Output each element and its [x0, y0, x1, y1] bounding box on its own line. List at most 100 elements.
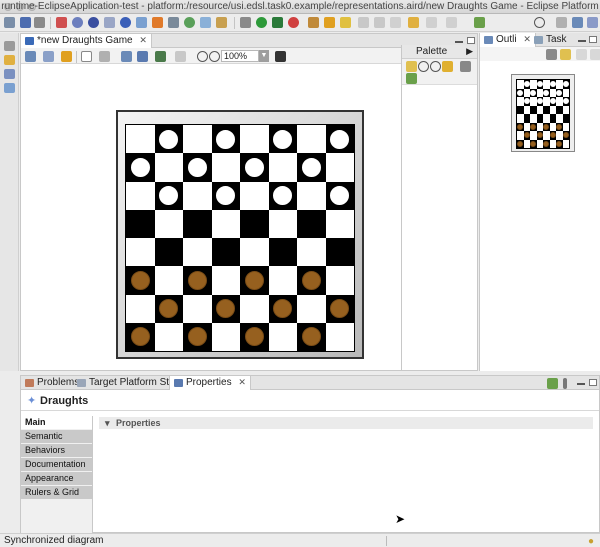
- white-piece[interactable]: [187, 157, 207, 177]
- restore-icon[interactable]: [4, 41, 15, 51]
- board-square[interactable]: [126, 125, 155, 154]
- white-piece[interactable]: [159, 186, 179, 206]
- board-square[interactable]: [211, 125, 240, 154]
- brown-piece[interactable]: [556, 140, 563, 147]
- board-square[interactable]: [154, 322, 183, 351]
- close-icon[interactable]: ✕: [238, 377, 246, 387]
- brown-piece[interactable]: [517, 123, 524, 130]
- board-square[interactable]: [240, 181, 269, 210]
- brown-piece[interactable]: [530, 140, 537, 147]
- maximize-icon[interactable]: [589, 36, 597, 43]
- board-square[interactable]: [240, 266, 269, 295]
- brown-piece[interactable]: [556, 123, 563, 130]
- board-square[interactable]: [183, 294, 212, 323]
- brown-piece[interactable]: [187, 327, 207, 347]
- board-square[interactable]: [325, 181, 354, 210]
- minimize-icon[interactable]: [578, 40, 586, 42]
- maximize-icon[interactable]: [467, 37, 475, 44]
- zoom-combo[interactable]: 100%: [221, 50, 259, 62]
- board-square[interactable]: [126, 294, 155, 323]
- brown-piece[interactable]: [549, 132, 556, 139]
- open-folder-icon[interactable]: [324, 17, 335, 28]
- auto-size-icon[interactable]: [137, 51, 148, 62]
- chevron-down-icon[interactable]: ▾: [105, 418, 110, 428]
- view-menu-icon[interactable]: [590, 49, 600, 60]
- sort-icon[interactable]: [546, 49, 557, 60]
- board-square[interactable]: [211, 294, 240, 323]
- board-square[interactable]: [325, 125, 354, 154]
- board-square[interactable]: [325, 294, 354, 323]
- board-square[interactable]: [183, 125, 212, 154]
- white-piece[interactable]: [523, 98, 530, 105]
- tab-properties[interactable]: Properties ✕: [169, 376, 251, 390]
- board-square[interactable]: [126, 266, 155, 295]
- brown-piece[interactable]: [523, 132, 530, 139]
- refresh-icon[interactable]: [184, 17, 195, 28]
- white-piece[interactable]: [216, 129, 236, 149]
- white-piece[interactable]: [330, 186, 350, 206]
- arrange-icon[interactable]: [136, 17, 147, 28]
- wand-icon[interactable]: [340, 17, 351, 28]
- board-square[interactable]: [297, 238, 326, 267]
- board-square[interactable]: [268, 153, 297, 182]
- board-square[interactable]: [154, 153, 183, 182]
- white-piece[interactable]: [273, 186, 293, 206]
- white-piece[interactable]: [556, 89, 563, 96]
- white-piece[interactable]: [562, 98, 569, 105]
- view-menu-icon[interactable]: [563, 378, 567, 389]
- board-square[interactable]: [154, 209, 183, 238]
- board-square[interactable]: [325, 266, 354, 295]
- minimize-icon[interactable]: [577, 383, 585, 385]
- export-image-icon[interactable]: [275, 51, 286, 62]
- board-square[interactable]: [240, 153, 269, 182]
- run-as-icon[interactable]: [272, 17, 283, 28]
- board-square[interactable]: [154, 266, 183, 295]
- board-square[interactable]: [126, 209, 155, 238]
- board-square[interactable]: [240, 125, 269, 154]
- tab-new-draughts-game[interactable]: *new Draughts Game ✕: [21, 34, 152, 48]
- brown-piece[interactable]: [301, 270, 321, 290]
- category-rulers-grid[interactable]: Rulers & Grid: [21, 486, 92, 500]
- hierarchy-icon[interactable]: [4, 83, 15, 93]
- copy-format-icon[interactable]: [200, 17, 211, 28]
- white-piece[interactable]: [536, 98, 543, 105]
- white-piece[interactable]: [543, 89, 550, 96]
- show-overview-icon[interactable]: [560, 49, 571, 60]
- tab-task[interactable]: Task: [530, 33, 571, 47]
- board-square[interactable]: [562, 80, 569, 89]
- white-piece[interactable]: [549, 81, 556, 88]
- board-square[interactable]: [268, 209, 297, 238]
- white-piece[interactable]: [562, 81, 569, 88]
- record-icon[interactable]: [120, 17, 131, 28]
- board-square[interactable]: [240, 238, 269, 267]
- board-square[interactable]: [211, 181, 240, 210]
- board-square[interactable]: [211, 209, 240, 238]
- board-square[interactable]: [297, 322, 326, 351]
- brown-piece[interactable]: [273, 299, 293, 319]
- board-square[interactable]: [268, 238, 297, 267]
- brown-piece[interactable]: [536, 132, 543, 139]
- minimize-icon[interactable]: [455, 41, 463, 43]
- model-explorer-icon[interactable]: [4, 69, 15, 79]
- board-square[interactable]: [183, 322, 212, 351]
- font-color-icon[interactable]: [175, 51, 186, 62]
- pin-icon[interactable]: [216, 17, 227, 28]
- white-piece[interactable]: [301, 157, 321, 177]
- board-square[interactable]: [126, 322, 155, 351]
- brown-piece[interactable]: [543, 140, 550, 147]
- white-piece[interactable]: [517, 89, 524, 96]
- pin-view-icon[interactable]: [547, 378, 558, 389]
- white-piece[interactable]: [159, 129, 179, 149]
- arrange-all-icon[interactable]: [121, 51, 132, 62]
- brown-piece[interactable]: [530, 123, 537, 130]
- board-square[interactable]: [562, 88, 569, 97]
- brown-piece[interactable]: [159, 299, 179, 319]
- board-square[interactable]: [154, 125, 183, 154]
- brown-piece[interactable]: [244, 327, 264, 347]
- last-edit-icon[interactable]: [390, 17, 401, 28]
- board-square[interactable]: [325, 322, 354, 351]
- white-piece[interactable]: [523, 81, 530, 88]
- pin-elements-icon[interactable]: [155, 51, 166, 62]
- select-all-icon[interactable]: [25, 51, 36, 62]
- board-square[interactable]: [240, 294, 269, 323]
